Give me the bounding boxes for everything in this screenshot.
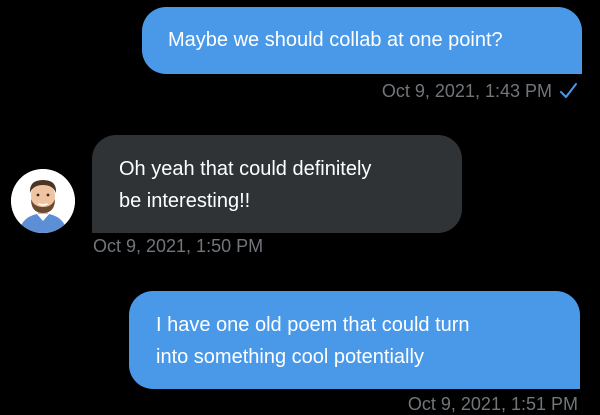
outgoing-message-bubble[interactable]: I have one old poem that could turn into… [129, 291, 580, 389]
timestamp-text: Oct 9, 2021, 1:50 PM [93, 236, 264, 256]
message-text: into something cool potentially [156, 346, 424, 368]
timestamp-text: Oct 9, 2021, 1:51 PM [407, 394, 578, 414]
timestamp-text: Oct 9, 2021, 1:43 PM [381, 81, 552, 101]
message-timestamp: Oct 9, 2021, 1:51 PM [408, 393, 578, 415]
message-text: Maybe we should collab at one point? [168, 29, 503, 51]
checkmark-icon [558, 81, 578, 101]
message-text: be interesting!! [119, 190, 251, 212]
incoming-message-bubble[interactable]: Oh yeah that could definitely be interes… [92, 135, 462, 233]
message-text: Oh yeah that could definitely [119, 158, 372, 180]
outgoing-message-bubble[interactable]: Maybe we should collab at one point? [142, 7, 582, 74]
message-text: I have one old poem that could turn [156, 314, 470, 336]
avatar[interactable] [11, 169, 75, 233]
message-timestamp: Oct 9, 2021, 1:43 PM [382, 80, 578, 102]
message-timestamp: Oct 9, 2021, 1:50 PM [93, 235, 263, 257]
